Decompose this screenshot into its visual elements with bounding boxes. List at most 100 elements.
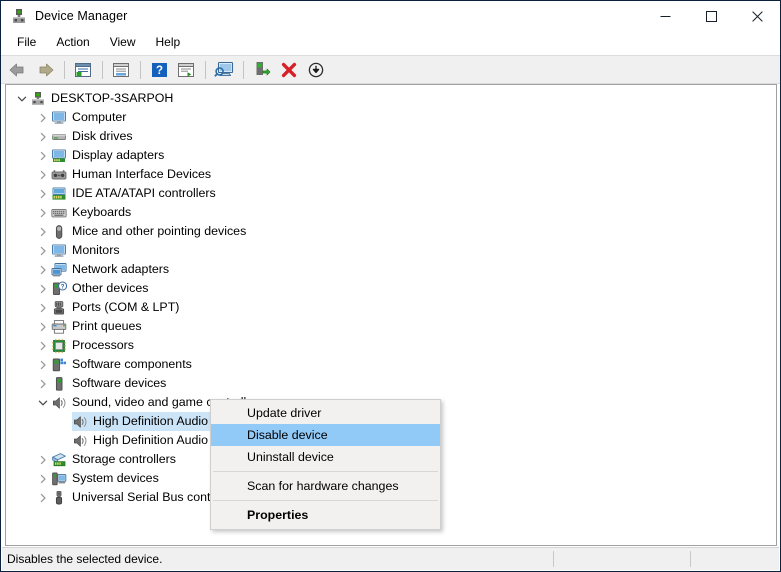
back-icon[interactable] xyxy=(5,58,31,82)
display-adapter-icon xyxy=(51,148,67,164)
show-hide-console-tree-icon[interactable] xyxy=(70,58,96,82)
tree-item-label: Keyboards xyxy=(72,205,132,219)
tree-item-label: Processors xyxy=(72,338,134,352)
speaker-icon xyxy=(72,433,88,449)
chevron-down-icon[interactable] xyxy=(35,393,51,412)
chevron-right-icon[interactable] xyxy=(35,355,51,374)
tree-item-label: IDE ATA/ATAPI controllers xyxy=(72,186,216,200)
tree-item[interactable]: Computer xyxy=(6,108,776,127)
tree-item[interactable]: Software devices xyxy=(6,374,776,393)
processor-icon xyxy=(51,338,67,354)
tree-no-twisty xyxy=(56,431,72,450)
chevron-right-icon[interactable] xyxy=(35,260,51,279)
enable-device-icon[interactable] xyxy=(249,58,275,82)
network-adapter-icon xyxy=(51,262,67,278)
storage-controller-icon xyxy=(51,452,67,468)
tree-item[interactable]: Network adapters xyxy=(6,260,776,279)
chevron-right-icon[interactable] xyxy=(35,488,51,507)
tree-item[interactable]: Disk drives xyxy=(6,127,776,146)
tree-item[interactable]: Processors xyxy=(6,336,776,355)
toolbar-separator xyxy=(205,60,206,79)
tree-item[interactable]: Ports (COM & LPT) xyxy=(6,298,776,317)
chevron-right-icon[interactable] xyxy=(35,146,51,165)
chevron-right-icon[interactable] xyxy=(35,127,51,146)
keyboard-icon xyxy=(51,205,67,221)
disable-device-icon[interactable] xyxy=(303,58,329,82)
tree-item[interactable]: Keyboards xyxy=(6,203,776,222)
tree-item-label: DESKTOP-3SARPOH xyxy=(51,91,174,105)
chevron-right-icon[interactable] xyxy=(35,374,51,393)
tree-item-label: Display adapters xyxy=(72,148,165,162)
device-manager-icon xyxy=(10,7,28,25)
tree-item[interactable]: Monitors xyxy=(6,241,776,260)
chevron-right-icon[interactable] xyxy=(35,165,51,184)
scan-for-hardware-changes-icon[interactable] xyxy=(211,58,237,82)
window-controls xyxy=(642,1,780,31)
printer-icon xyxy=(51,319,67,335)
tree-item-label: System devices xyxy=(72,471,159,485)
tree-item[interactable]: Print queues xyxy=(6,317,776,336)
status-bar: Disables the selected device. xyxy=(2,547,779,570)
monitor-icon xyxy=(51,243,67,259)
menu-action[interactable]: Action xyxy=(46,32,99,54)
chevron-right-icon[interactable] xyxy=(35,336,51,355)
monitor-icon xyxy=(51,110,67,126)
chevron-right-icon[interactable] xyxy=(35,184,51,203)
tree-item[interactable]: ? Other devices xyxy=(6,279,776,298)
maximize-button[interactable] xyxy=(688,1,734,31)
port-icon xyxy=(51,300,67,316)
properties-icon[interactable] xyxy=(108,58,134,82)
forward-icon[interactable] xyxy=(32,58,58,82)
tree-item[interactable]: Mice and other pointing devices xyxy=(6,222,776,241)
computer-root-icon xyxy=(30,91,46,107)
chevron-down-icon[interactable] xyxy=(14,89,30,108)
menu-view[interactable]: View xyxy=(100,32,146,54)
tree-item-label: Storage controllers xyxy=(72,452,176,466)
chevron-right-icon[interactable] xyxy=(35,108,51,127)
software-device-icon xyxy=(51,376,67,392)
hid-icon xyxy=(51,167,67,183)
tree-item-label: Software components xyxy=(72,357,192,371)
status-pane-2 xyxy=(554,548,690,570)
toolbar-separator xyxy=(102,60,103,79)
tree-item[interactable]: Display adapters xyxy=(6,146,776,165)
minimize-button[interactable] xyxy=(642,1,688,31)
tree-item-label: Network adapters xyxy=(72,262,170,276)
tree-item[interactable]: Human Interface Devices xyxy=(6,165,776,184)
update-driver-icon[interactable] xyxy=(173,58,199,82)
uninstall-device-icon[interactable] xyxy=(276,58,302,82)
system-device-icon xyxy=(51,471,67,487)
other-device-icon: ? xyxy=(51,281,68,297)
tree-item-label: Ports (COM & LPT) xyxy=(72,300,180,314)
chevron-right-icon[interactable] xyxy=(35,222,51,241)
tree-item[interactable]: IDE ATA/ATAPI controllers xyxy=(6,184,776,203)
chevron-right-icon[interactable] xyxy=(35,469,51,488)
menu-help[interactable]: Help xyxy=(146,32,191,54)
context-menu-item-disable-device[interactable]: Disable device xyxy=(211,424,440,446)
chevron-right-icon[interactable] xyxy=(35,450,51,469)
chevron-right-icon[interactable] xyxy=(35,298,51,317)
toolbar-separator xyxy=(64,60,65,79)
context-menu-item-uninstall-device[interactable]: Uninstall device xyxy=(211,446,440,468)
chevron-right-icon[interactable] xyxy=(35,279,51,298)
speaker-icon xyxy=(51,395,67,411)
tree-item[interactable]: Software components xyxy=(6,355,776,374)
svg-text:?: ? xyxy=(155,65,162,77)
menu-file[interactable]: File xyxy=(7,32,46,54)
window-title: Device Manager xyxy=(35,9,128,23)
tree-item-label: Disk drives xyxy=(72,129,133,143)
help-icon[interactable]: ? xyxy=(146,58,172,82)
context-menu-item-properties[interactable]: Properties xyxy=(211,504,440,526)
close-button[interactable] xyxy=(734,1,780,31)
context-menu-item-scan-for-hardware-changes[interactable]: Scan for hardware changes xyxy=(211,475,440,497)
svg-text:?: ? xyxy=(61,284,65,290)
tree-item[interactable]: DESKTOP-3SARPOH xyxy=(6,89,776,108)
tree-item-label: Computer xyxy=(72,110,127,124)
chevron-right-icon[interactable] xyxy=(35,203,51,222)
context-menu-separator xyxy=(213,500,438,501)
chevron-right-icon[interactable] xyxy=(35,241,51,260)
context-menu-item-update-driver[interactable]: Update driver xyxy=(211,402,440,424)
chevron-right-icon[interactable] xyxy=(35,317,51,336)
mouse-icon xyxy=(51,224,67,240)
ide-controller-icon xyxy=(51,186,67,202)
